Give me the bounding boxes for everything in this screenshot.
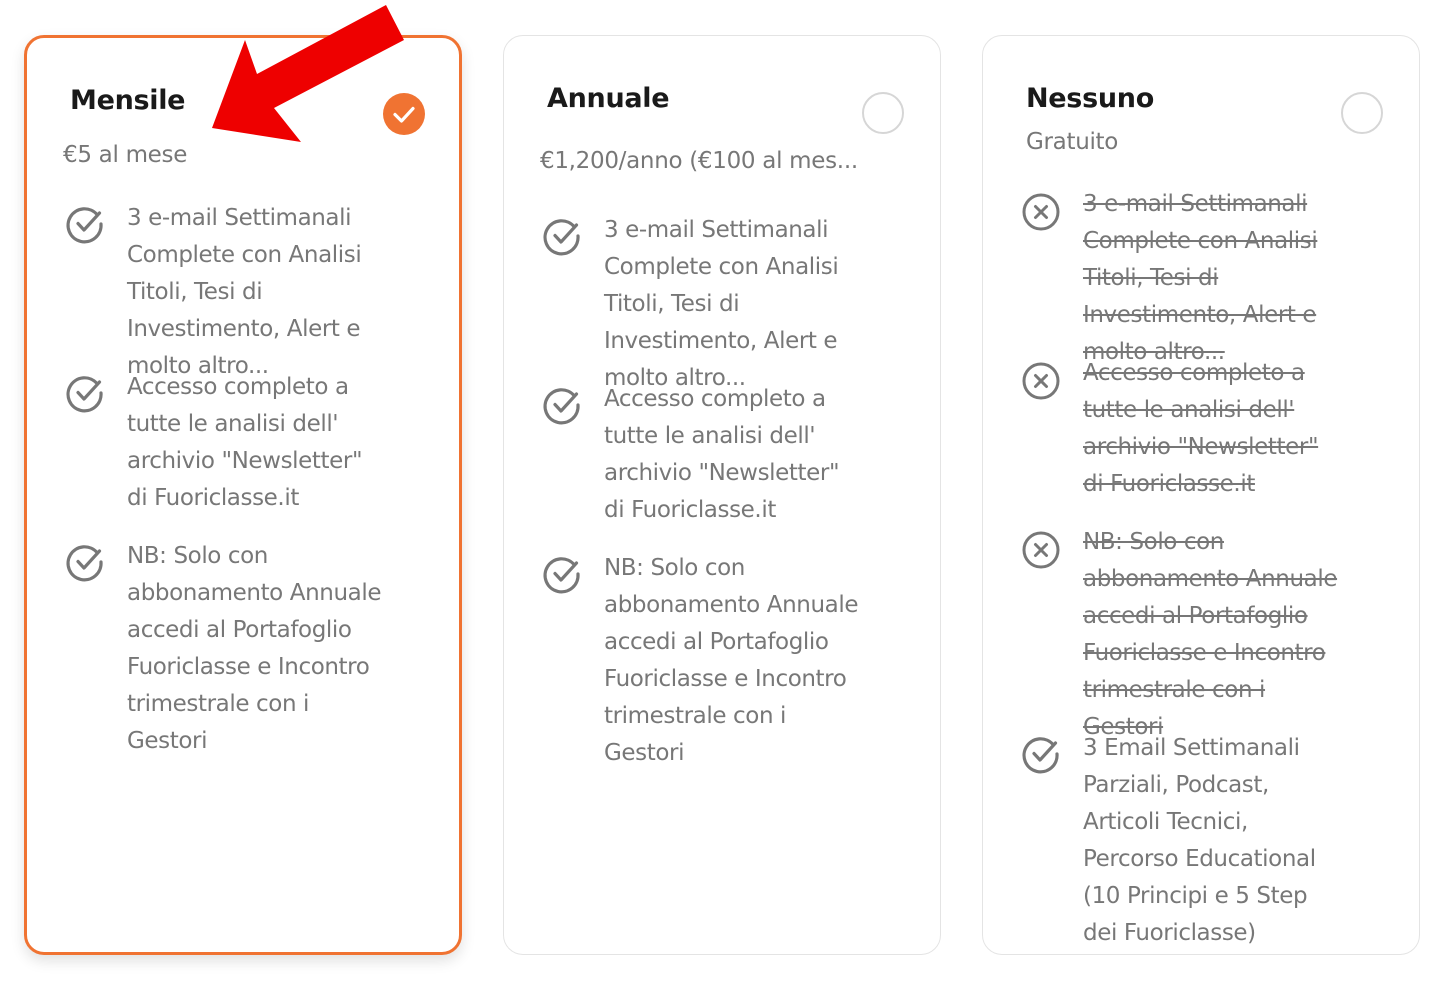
plan-card-mensile[interactable]: Mensile €5 al mese 3 e-mail Settimanali … bbox=[24, 35, 462, 955]
plan-title: Mensile bbox=[70, 85, 186, 116]
plan-radio-selected[interactable] bbox=[383, 93, 425, 135]
plan-card-annuale[interactable]: Annuale €1,200/anno (€100 al mes... 3 e-… bbox=[503, 35, 941, 955]
check-circle-icon bbox=[543, 557, 580, 594]
check-circle-icon bbox=[1022, 737, 1059, 774]
plan-feature: NB: Solo con abbonamento Annuale accedi … bbox=[540, 550, 860, 772]
plan-feature: 3 e-mail Settimanali Complete con Analis… bbox=[63, 200, 383, 385]
plan-price: €1,200/anno (€100 al mes... bbox=[540, 148, 858, 174]
plan-feature-text: Accesso completo a tutte le analisi dell… bbox=[604, 386, 840, 523]
check-circle-icon bbox=[66, 545, 103, 582]
plan-selector: Mensile €5 al mese 3 e-mail Settimanali … bbox=[0, 0, 1456, 984]
checkmark-icon bbox=[393, 106, 415, 123]
x-circle-icon bbox=[1022, 193, 1060, 231]
plan-feature-text: NB: Solo con abbonamento Annuale accedi … bbox=[127, 543, 382, 754]
plan-feature-excluded: 3 e-mail Settimanali Complete con Analis… bbox=[1019, 186, 1339, 371]
plan-feature-text: 3 e-mail Settimanali Complete con Analis… bbox=[1083, 191, 1318, 365]
x-circle-icon bbox=[1022, 531, 1060, 569]
plan-title: Nessuno bbox=[1026, 83, 1154, 114]
plan-feature-text: Accesso completo a tutte le analisi dell… bbox=[127, 374, 363, 511]
plan-card-nessuno[interactable]: Nessuno Gratuito 3 e-mail Settimanali Co… bbox=[982, 35, 1420, 955]
plan-feature-text: 3 e-mail Settimanali Complete con Analis… bbox=[127, 205, 362, 379]
plan-price: €5 al mese bbox=[63, 142, 188, 168]
plan-feature: 3 e-mail Settimanali Complete con Analis… bbox=[540, 212, 860, 397]
check-circle-icon bbox=[66, 207, 103, 244]
plan-feature-text: NB: Solo con abbonamento Annuale accedi … bbox=[604, 555, 859, 766]
check-circle-icon bbox=[543, 219, 580, 256]
plan-feature: Accesso completo a tutte le analisi dell… bbox=[540, 381, 860, 529]
plan-price: Gratuito bbox=[1026, 129, 1119, 155]
check-circle-icon bbox=[66, 376, 103, 413]
plan-feature: NB: Solo con abbonamento Annuale accedi … bbox=[63, 538, 383, 760]
plan-feature: Accesso completo a tutte le analisi dell… bbox=[63, 369, 383, 517]
plan-feature-excluded: NB: Solo con abbonamento Annuale accedi … bbox=[1019, 524, 1339, 746]
plan-radio[interactable] bbox=[862, 92, 904, 134]
plan-feature-text: NB: Solo con abbonamento Annuale accedi … bbox=[1083, 529, 1338, 740]
plan-feature-text: 3 Email Settimanali Parziali, Podcast, A… bbox=[1083, 735, 1316, 946]
plan-feature-text: Accesso completo a tutte le analisi dell… bbox=[1083, 360, 1319, 497]
plan-radio[interactable] bbox=[1341, 92, 1383, 134]
plan-title: Annuale bbox=[547, 83, 670, 114]
check-circle-icon bbox=[543, 388, 580, 425]
plan-feature-excluded: Accesso completo a tutte le analisi dell… bbox=[1019, 355, 1339, 503]
plan-feature: 3 Email Settimanali Parziali, Podcast, A… bbox=[1019, 730, 1339, 952]
x-circle-icon bbox=[1022, 362, 1060, 400]
plan-feature-text: 3 e-mail Settimanali Complete con Analis… bbox=[604, 217, 839, 391]
